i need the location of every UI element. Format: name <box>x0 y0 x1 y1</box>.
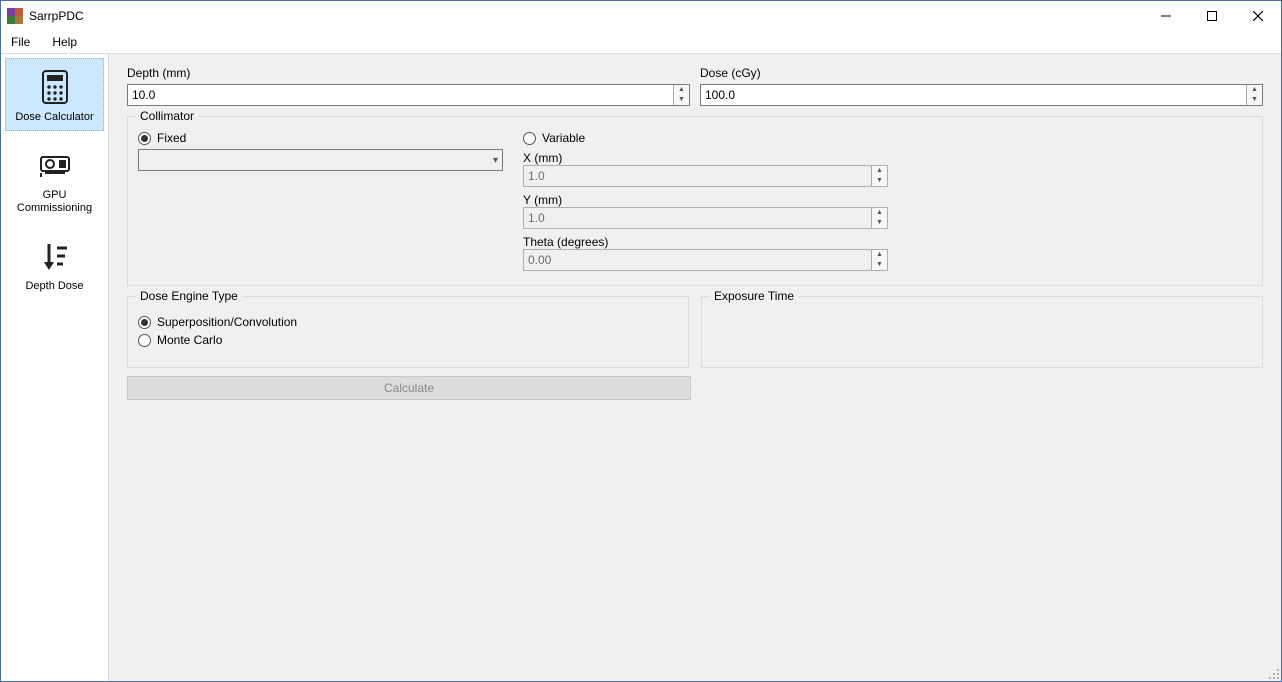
calculate-button-label: Calculate <box>384 381 434 395</box>
radio-fixed[interactable]: Fixed <box>138 131 503 145</box>
depth-spinner[interactable]: ▲▼ <box>673 85 689 105</box>
radio-icon <box>523 132 536 145</box>
sidebar-item-label: GPU Commissioning <box>9 189 100 215</box>
sidebar-item-depth-dose[interactable]: Depth Dose <box>5 228 104 299</box>
theta-input: ▲▼ <box>523 249 888 271</box>
sidebar: Dose Calculator GPU Commissioning Depth … <box>1 54 109 681</box>
minimize-button[interactable] <box>1143 1 1189 31</box>
x-input: ▲▼ <box>523 165 888 187</box>
menu-help[interactable]: Help <box>48 33 81 51</box>
dose-engine-legend: Dose Engine Type <box>136 289 242 303</box>
chevron-down-icon: ▾ <box>493 155 498 166</box>
depth-input[interactable]: ▲▼ <box>127 84 690 106</box>
radio-variable[interactable]: Variable <box>523 131 888 145</box>
dose-label: Dose (cGy) <box>700 66 1263 80</box>
x-input-field <box>524 166 871 186</box>
y-spinner: ▲▼ <box>871 208 887 228</box>
menu-bar: File Help <box>1 31 1281 53</box>
x-label: X (mm) <box>523 151 562 165</box>
dose-input[interactable]: ▲▼ <box>700 84 1263 106</box>
fixed-collimator-select[interactable]: ▾ <box>138 149 503 171</box>
radio-superposition[interactable]: Superposition/Convolution <box>138 315 678 329</box>
radio-monte-carlo[interactable]: Monte Carlo <box>138 333 678 347</box>
depth-label: Depth (mm) <box>127 66 690 80</box>
dose-engine-group: Dose Engine Type Superposition/Convoluti… <box>127 296 689 368</box>
menu-file[interactable]: File <box>7 33 34 51</box>
radio-icon <box>138 316 151 329</box>
x-spinner: ▲▼ <box>871 166 887 186</box>
collimator-group: Collimator Fixed ▾ Variable <box>127 116 1263 286</box>
theta-label: Theta (degrees) <box>523 235 608 249</box>
work-area: Dose Calculator GPU Commissioning Depth … <box>1 53 1281 681</box>
calculate-button[interactable]: Calculate <box>127 376 691 400</box>
maximize-button[interactable] <box>1189 1 1235 31</box>
sidebar-item-gpu-commissioning[interactable]: GPU Commissioning <box>5 137 104 221</box>
radio-icon <box>138 334 151 347</box>
y-label: Y (mm) <box>523 193 562 207</box>
window-title: SarrpPDC <box>29 9 84 23</box>
main-panel: Depth (mm) ▲▼ Dose (cGy) ▲▼ Collimator <box>109 54 1281 681</box>
y-input: ▲▼ <box>523 207 888 229</box>
radio-icon <box>138 132 151 145</box>
exposure-time-group: Exposure Time <box>701 296 1263 368</box>
theta-input-field <box>524 250 871 270</box>
sidebar-item-dose-calculator[interactable]: Dose Calculator <box>5 58 104 131</box>
radio-fixed-label: Fixed <box>157 131 186 145</box>
gpu-icon <box>35 145 75 185</box>
calculator-icon <box>35 67 75 107</box>
sidebar-item-label: Dose Calculator <box>15 111 93 124</box>
dose-input-field[interactable] <box>701 85 1246 105</box>
app-icon <box>7 8 23 24</box>
y-input-field <box>524 208 871 228</box>
radio-superposition-label: Superposition/Convolution <box>157 315 297 329</box>
exposure-time-legend: Exposure Time <box>710 289 798 303</box>
depth-input-field[interactable] <box>128 85 673 105</box>
title-bar: SarrpPDC <box>1 1 1281 31</box>
radio-monte-carlo-label: Monte Carlo <box>157 333 222 347</box>
dose-spinner[interactable]: ▲▼ <box>1246 85 1262 105</box>
depth-dose-icon <box>35 236 75 276</box>
resize-grip-icon[interactable] <box>1266 666 1280 680</box>
sidebar-item-label: Depth Dose <box>25 280 83 293</box>
radio-variable-label: Variable <box>542 131 585 145</box>
close-button[interactable] <box>1235 1 1281 31</box>
collimator-legend: Collimator <box>136 109 198 123</box>
theta-spinner: ▲▼ <box>871 250 887 270</box>
